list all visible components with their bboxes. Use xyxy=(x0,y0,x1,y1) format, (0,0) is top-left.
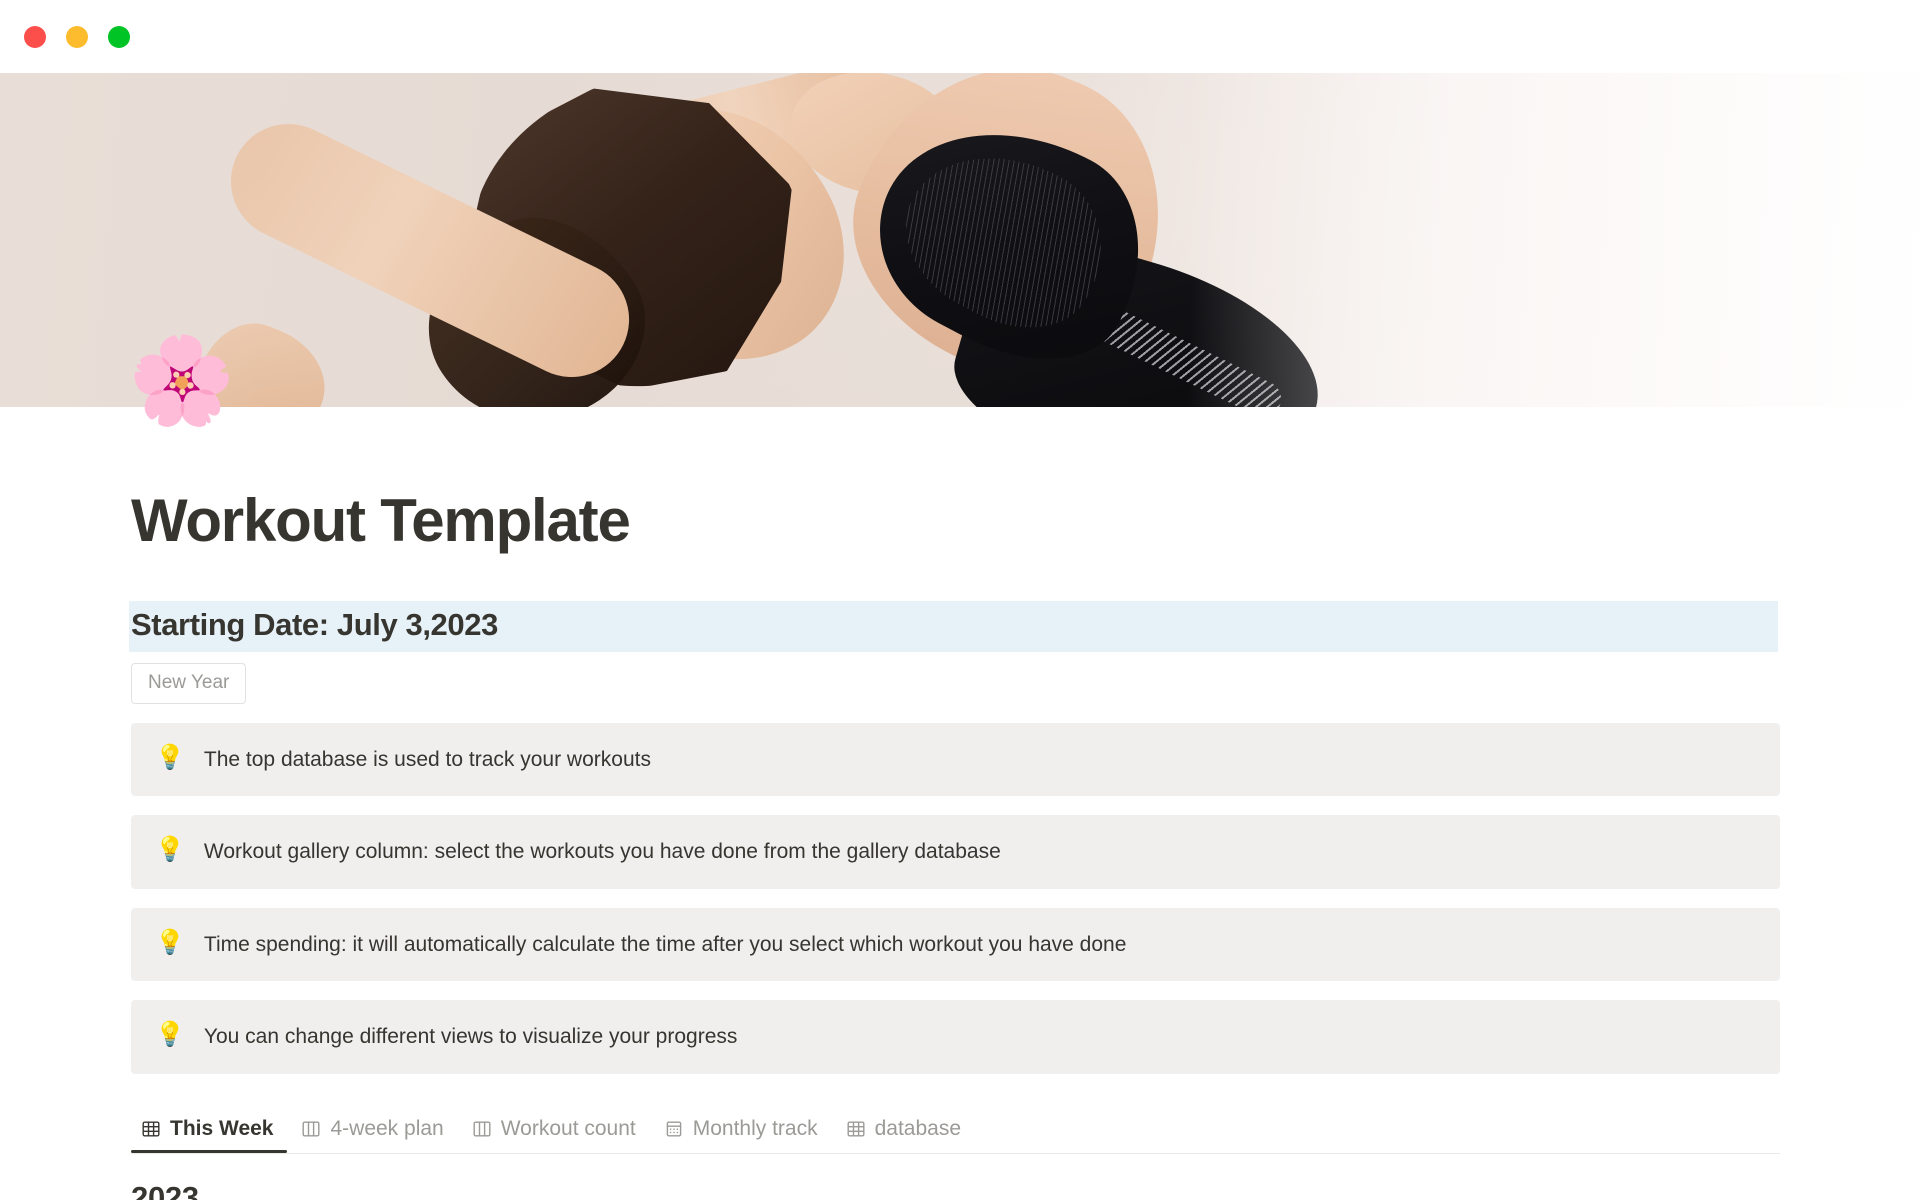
tab-database[interactable]: database xyxy=(832,1117,975,1153)
lightbulb-icon: 💡 xyxy=(155,1021,185,1049)
starting-date-heading[interactable]: Starting Date: July 3,2023 xyxy=(129,601,1778,652)
callout-text: Workout gallery column: select the worko… xyxy=(203,840,1001,864)
tab-label: Workout count xyxy=(500,1116,636,1140)
tag-new-year[interactable]: New Year xyxy=(131,663,247,704)
tab-this-week[interactable]: This Week xyxy=(131,1116,288,1153)
tab-label: database xyxy=(874,1116,962,1140)
callout-block[interactable]: 💡 Time spending: it will automatically c… xyxy=(131,907,1780,982)
window-controls xyxy=(24,25,130,48)
page-icon-flower[interactable]: 🌸 xyxy=(128,338,235,424)
app-window: 🌸 Workout Template Starting Date: July 3… xyxy=(0,0,1920,1200)
board-icon xyxy=(472,1119,492,1139)
tab-label: This Week xyxy=(170,1116,274,1140)
page-cover-image[interactable] xyxy=(0,73,1920,407)
callout-block[interactable]: 💡 The top database is used to track your… xyxy=(131,723,1780,797)
maximize-window-button[interactable] xyxy=(108,25,130,48)
callout-text: You can change different views to visual… xyxy=(203,1025,738,1049)
board-icon xyxy=(301,1119,321,1139)
lightbulb-icon: 💡 xyxy=(155,836,185,864)
tab-label: 4-week plan xyxy=(330,1116,444,1140)
table-icon xyxy=(141,1119,161,1139)
tabs-divider xyxy=(131,1152,1780,1154)
lightbulb-icon: 💡 xyxy=(155,928,185,956)
tab-monthly-track[interactable]: Monthly track xyxy=(650,1117,832,1153)
minimize-window-button[interactable] xyxy=(66,25,88,48)
tab-label: Monthly track xyxy=(692,1116,818,1140)
page-body: Workout Template Starting Date: July 3,2… xyxy=(0,407,1920,1200)
callout-block[interactable]: 💡 You can change different views to visu… xyxy=(131,1000,1780,1074)
callout-text: Time spending: it will automatically cal… xyxy=(203,932,1127,956)
calendar-icon xyxy=(664,1119,684,1139)
cover-highlight-veil xyxy=(0,73,1920,407)
tab-workout-count[interactable]: Workout count xyxy=(458,1117,650,1153)
page-title[interactable]: Workout Template xyxy=(131,488,1920,554)
database-title[interactable]: 2023 xyxy=(131,1180,1920,1200)
window-titlebar xyxy=(0,0,1920,73)
tab-4-week-plan[interactable]: 4-week plan xyxy=(287,1117,457,1153)
callout-block[interactable]: 💡 Workout gallery column: select the wor… xyxy=(131,815,1780,889)
lightbulb-icon: 💡 xyxy=(155,744,185,771)
callout-text: The top database is used to track your w… xyxy=(203,748,651,771)
table-icon xyxy=(846,1119,866,1139)
database-view-tabs: This Week 4-week plan Workout count Mont… xyxy=(131,1101,1780,1154)
tag-row: New Year xyxy=(131,663,1920,704)
close-window-button[interactable] xyxy=(24,25,46,48)
